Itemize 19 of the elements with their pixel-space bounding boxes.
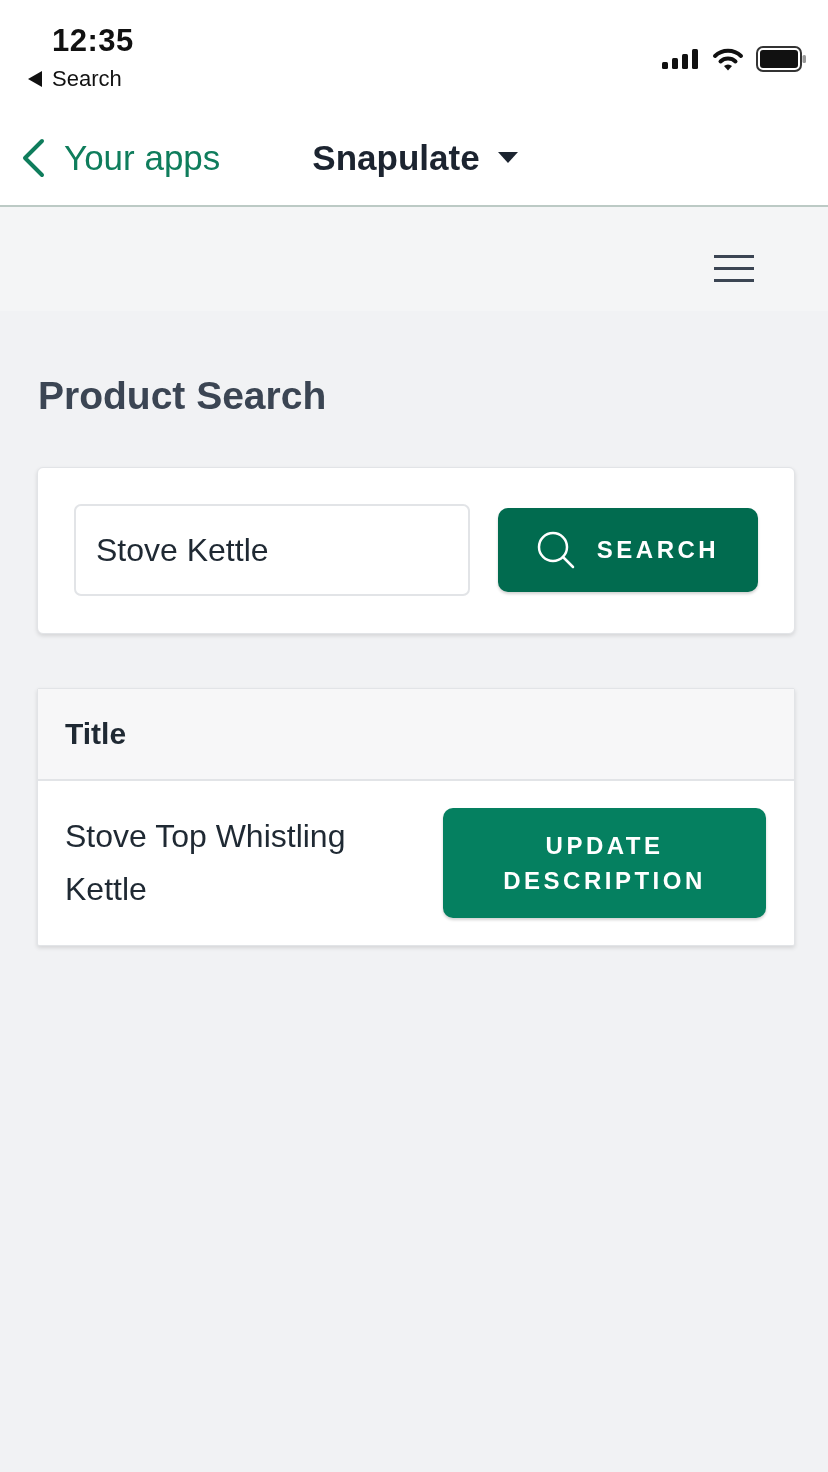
search-icon: [536, 531, 575, 569]
search-button[interactable]: SEARCH: [498, 508, 758, 592]
page-heading: Product Search: [38, 373, 328, 419]
battery-icon: [756, 46, 806, 72]
column-header: Title: [65, 717, 127, 751]
product-title-cell-text: Stove Top Whistling Kettle: [65, 817, 347, 909]
caret-down-icon: [497, 152, 518, 163]
menu-button[interactable]: [714, 254, 754, 282]
back-to-app-link[interactable]: Search: [28, 66, 122, 92]
menu-icon: [714, 254, 754, 282]
chevron-left-icon: [20, 137, 46, 178]
back-triangle-icon: [28, 71, 42, 87]
update-description-button[interactable]: UPDATE DESCRIPTION: [443, 808, 766, 918]
your-apps-back-link[interactable]: Your apps: [20, 137, 221, 178]
app-switcher-dropdown[interactable]: Snapulate: [312, 137, 518, 178]
signal-icon: [662, 49, 700, 69]
wifi-icon: [712, 47, 744, 71]
search-field[interactable]: Stove Kettle: [74, 504, 470, 596]
status-time: 12:35: [52, 22, 134, 60]
